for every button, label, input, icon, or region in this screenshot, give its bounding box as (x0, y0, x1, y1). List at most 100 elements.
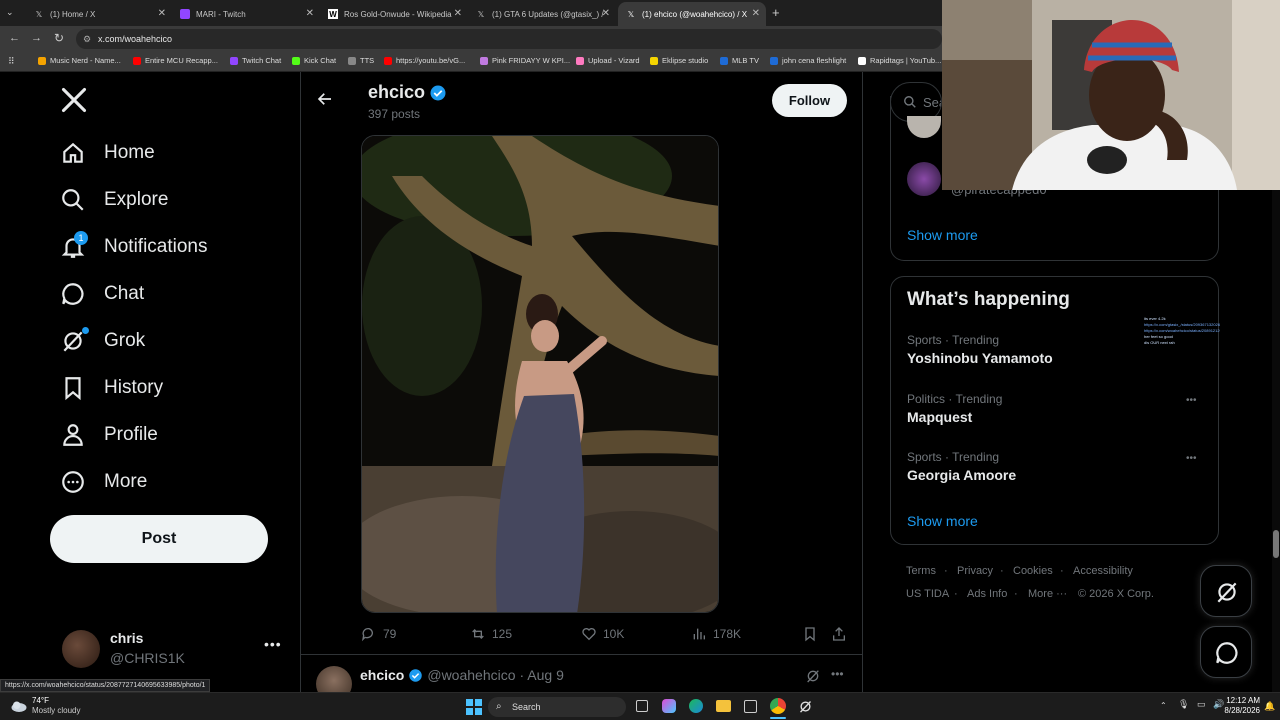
x-icon: 𝕏 (627, 9, 635, 19)
mic-icon[interactable]: 🎙 (1178, 699, 1189, 710)
close-icon[interactable]: ✕ (454, 8, 462, 19)
bookmark-label: Music Nerd - Name... (50, 56, 121, 65)
views-button[interactable]: 178K (691, 626, 741, 642)
task-view-icon[interactable] (636, 700, 648, 712)
tab-ehcico[interactable]: 𝕏 (1) ehcico (@woahehcico) / X ✕ (618, 2, 766, 26)
apps-icon[interactable]: ⠿ (8, 56, 15, 67)
footer-link[interactable]: Cookies (1013, 565, 1053, 577)
bookmark-item[interactable]: Entire MCU Recapp... (133, 56, 218, 65)
tab-wikipedia[interactable]: W Ros Gold-Onwude - Wikipedia ✕ (320, 2, 468, 26)
bookmark-item[interactable]: Upload - Vizard (576, 56, 640, 65)
vizard-icon (576, 56, 584, 65)
post-more-icon[interactable]: ••• (831, 667, 844, 681)
taskbar-search[interactable]: ⌕ Search (488, 697, 626, 717)
grok-float-button[interactable] (1200, 565, 1252, 617)
reply-icon (362, 628, 373, 642)
nav-label: Home (104, 142, 155, 163)
bookmark-item[interactable]: john cena fleshlight (770, 56, 846, 65)
nav-item-profile[interactable]: Profile (60, 417, 158, 453)
forward-icon[interactable]: → (31, 32, 42, 44)
trend-item[interactable]: Sports · Trending Georgia Amoore (907, 450, 1207, 483)
bookmark-item[interactable]: MLB TV (720, 56, 759, 65)
post-date[interactable]: · Aug 9 (520, 667, 564, 683)
chrome-icon[interactable] (770, 698, 786, 714)
footer-link[interactable]: US TIDA (906, 588, 949, 600)
like-button[interactable]: 10K (581, 626, 624, 642)
repost-button[interactable]: 125 (470, 626, 512, 642)
avatar[interactable] (907, 116, 941, 138)
show-more-link[interactable]: Show more (907, 227, 978, 243)
file-explorer-icon[interactable] (716, 700, 731, 712)
site-info-icon[interactable]: ⚙ (83, 29, 91, 49)
author-handle[interactable]: @woahehcico (427, 667, 515, 683)
tab-search-icon[interactable]: ⌄ (6, 7, 14, 18)
close-icon[interactable]: ✕ (306, 8, 314, 19)
footer-link[interactable]: More ··· (1028, 588, 1067, 600)
bookmark-item[interactable]: Music Nerd - Name... (38, 56, 121, 65)
bookmark-item[interactable]: Kick Chat (292, 56, 336, 65)
x-logo-icon[interactable] (60, 86, 88, 119)
bookmark-item[interactable]: Pink FRIDAYY W KPI... (480, 56, 570, 65)
store-icon[interactable] (744, 700, 757, 713)
reload-icon[interactable]: ↻ (54, 31, 64, 45)
nav-item-history[interactable]: History (60, 370, 163, 406)
post-button[interactable]: Post (50, 515, 268, 563)
network-icon[interactable]: ▭ (1197, 699, 1206, 710)
footer-link[interactable]: Accessibility (1073, 565, 1133, 577)
chat-line: dis OUR next rah (1144, 340, 1175, 345)
tab-home[interactable]: 𝕏 (1) Home / X ✕ (26, 2, 172, 26)
share-button[interactable] (831, 626, 847, 647)
bookmark-label: Kick Chat (304, 56, 337, 65)
nav-item-explore[interactable]: Explore (60, 182, 168, 218)
twitch-icon (180, 9, 190, 19)
trend-item[interactable]: Politics · Trending Mapquest (907, 392, 1207, 425)
back-icon[interactable]: ← (9, 32, 20, 44)
show-more-link[interactable]: Show more (907, 513, 978, 529)
bookmark-button[interactable] (802, 626, 818, 647)
bookmark-item[interactable]: Rapidtags | YouTub... (858, 56, 941, 65)
tab-twitch[interactable]: MARI - Twitch ✕ (172, 2, 320, 26)
trend-more-icon[interactable]: ••• (1186, 395, 1197, 406)
bookmark-item[interactable]: https://youtu.be/vG... (384, 56, 465, 65)
footer-sep: · (1014, 588, 1018, 600)
avatar[interactable] (907, 162, 941, 196)
reply-button[interactable]: 79 (361, 626, 396, 642)
account-switcher[interactable]: chris @CHRIS1K ••• (60, 628, 310, 672)
notification-center-icon[interactable]: 🔔 (1264, 701, 1275, 712)
tray-overflow-icon[interactable]: ⌃ (1160, 701, 1167, 710)
heart-icon (582, 628, 596, 641)
windows-start-icon[interactable] (466, 699, 482, 715)
tab-gta6[interactable]: 𝕏 (1) GTA 6 Updates (@gtasix_) / ✕ (468, 2, 616, 26)
nav-item-grok[interactable]: Grok (60, 323, 145, 359)
weather-icon[interactable] (10, 698, 28, 714)
footer-link[interactable]: Privacy (957, 565, 993, 577)
account-more-icon[interactable]: ••• (264, 636, 282, 652)
edge-icon[interactable] (689, 699, 703, 713)
clock-time[interactable]: 12:12 AM (1224, 696, 1260, 705)
clock-date[interactable]: 8/28/2026 (1218, 706, 1260, 715)
url-input[interactable]: ⚙ x.com/woahehcico (76, 29, 942, 49)
nav-item-chat[interactable]: Chat (60, 276, 144, 312)
bookmark-item[interactable]: Twitch Chat (230, 56, 281, 65)
share-icon (833, 627, 845, 641)
footer-link[interactable]: Ads Info (967, 588, 1007, 600)
bookmark-item[interactable]: TTS (348, 56, 374, 65)
footer-link[interactable]: Terms (906, 565, 936, 577)
post-media-image[interactable] (361, 135, 719, 613)
bookmark-item[interactable]: Eklipse studio (650, 56, 708, 65)
scrollbar-thumb[interactable] (1273, 530, 1279, 558)
close-icon[interactable]: ✕ (158, 8, 166, 19)
grok-icon[interactable] (805, 668, 821, 689)
new-tab-button[interactable]: + (772, 5, 780, 20)
trend-more-icon[interactable]: ••• (1186, 453, 1197, 464)
author-name[interactable]: ehcico (360, 667, 404, 683)
grok-app-icon[interactable] (798, 699, 813, 714)
follow-button[interactable]: Follow (772, 84, 847, 117)
nav-item-home[interactable]: Home (60, 135, 155, 171)
chat-float-button[interactable] (1200, 626, 1252, 678)
nav-item-more[interactable]: More (60, 464, 147, 500)
close-icon[interactable]: ✕ (752, 8, 760, 19)
close-icon[interactable]: ✕ (602, 8, 610, 19)
back-arrow-icon[interactable] (316, 90, 334, 113)
copilot-icon[interactable] (662, 699, 676, 713)
